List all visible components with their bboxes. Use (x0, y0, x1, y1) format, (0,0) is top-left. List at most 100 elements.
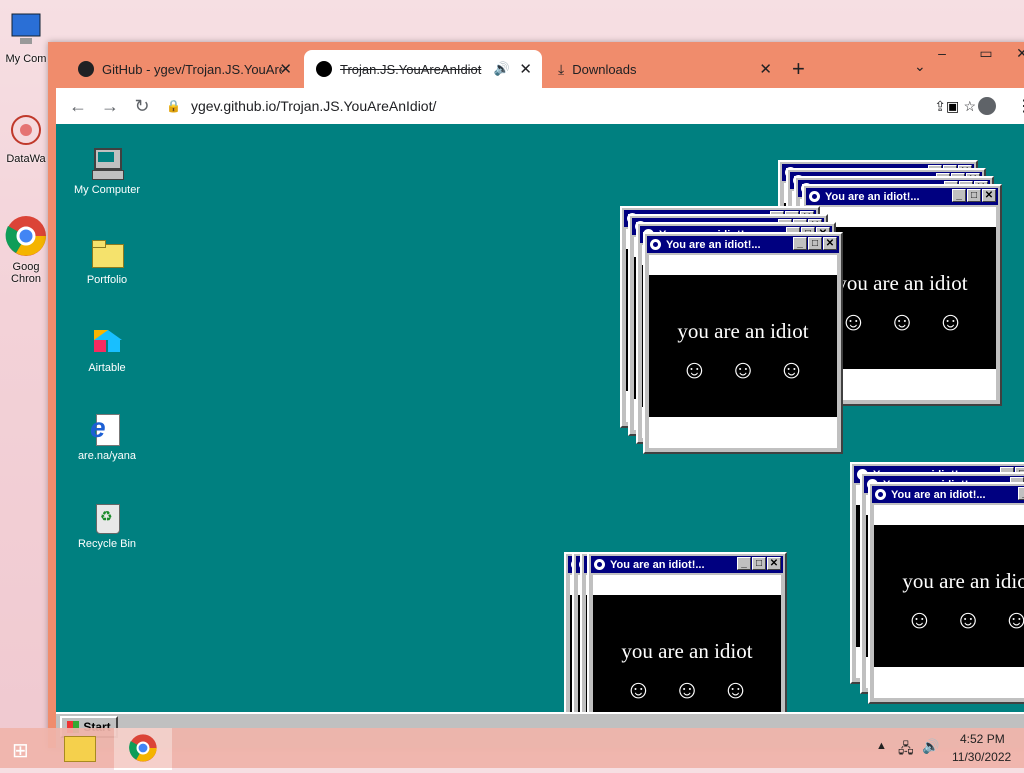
url-text: ygev.github.io/Trojan.JS.YouAreAnIdiot/ (190, 98, 437, 114)
close-icon[interactable]: ✕ (759, 60, 772, 78)
network-icon[interactable]: 🖧 (898, 738, 914, 762)
tab-github[interactable]: GitHub - ygev/Trojan.JS.YouAreA ✕ (66, 50, 302, 88)
desktop-icon-label: My Com (5, 53, 47, 65)
forward-button[interactable]: → (94, 96, 126, 117)
desktop-icon-label: DataWa (6, 153, 46, 165)
smiley-icon (316, 61, 332, 77)
icon-label: are.na/yana (77, 450, 137, 462)
desktop-icon-label: Goog Chron (11, 261, 41, 285)
tab-title: GitHub - ygev/Trojan.JS.YouAreA (102, 61, 282, 77)
maximize-button[interactable]: □ (808, 237, 822, 250)
host-taskbar: ⊞ ▲ 🖧 🔊 4:52 PM 11/30/2022 (0, 728, 1024, 770)
close-window-button[interactable]: ✕ (1004, 42, 1024, 64)
clock-time[interactable]: 4:52 PM (960, 732, 1005, 746)
bookmark-star-icon[interactable]: ☆ (963, 98, 976, 115)
tab-downloads[interactable]: ⤓ Downloads ✕ (546, 50, 782, 88)
clock-date[interactable]: 11/30/2022 (952, 750, 1011, 764)
smiley-icon (875, 489, 886, 500)
maximize-button[interactable]: □ (752, 557, 766, 570)
smiley-icon (650, 239, 661, 250)
smiley-icon (594, 559, 605, 570)
desktop-icon-chrome[interactable]: Goog Chron (0, 214, 52, 285)
tab-strip: GitHub - ygev/Trojan.JS.YouAreA ✕ Trojan… (48, 42, 1024, 88)
minimize-button[interactable]: _ (793, 237, 807, 250)
popup-titlebar[interactable]: You are an idiot!... _□✕ (806, 188, 998, 205)
smiley-faces: ☺☺☺ (625, 674, 771, 704)
maximize-button[interactable]: □ (967, 189, 981, 202)
win95-icon-my-computer[interactable]: My Computer (62, 146, 152, 196)
popup-titlebar[interactable]: You are an idiot!..._□✕ (872, 486, 1024, 503)
close-icon[interactable]: ✕ (519, 60, 532, 78)
computer-icon (90, 146, 124, 180)
popup-message-area: you are an idiot ☺☺☺ (874, 525, 1024, 667)
close-icon[interactable]: ✕ (279, 60, 292, 78)
close-button[interactable]: ✕ (823, 237, 837, 250)
new-tab-button[interactable]: + (792, 56, 805, 82)
popup-titlebar[interactable]: You are an idiot!... _□✕ (591, 556, 783, 573)
icon-label: My Computer (73, 184, 141, 196)
address-bar[interactable]: 🔒 ygev.github.io/Trojan.JS.YouAreAnIdiot… (166, 93, 986, 119)
popup-content: you are an idiot ☺☺☺ (874, 505, 1024, 698)
file-explorer-icon[interactable] (64, 736, 96, 762)
popup-title: You are an idiot!... (610, 558, 705, 571)
minimize-button[interactable]: _ (737, 557, 751, 570)
chrome-taskbar-icon[interactable] (114, 728, 172, 770)
tray-chevron-icon[interactable]: ▲ (876, 740, 887, 752)
airtable-icon (90, 324, 124, 358)
popup-title: You are an idiot!... (666, 238, 761, 251)
share-icon[interactable]: ⇪ (934, 98, 946, 115)
smiley-icon (809, 191, 820, 202)
download-icon: ⤓ (558, 60, 565, 77)
windows-start-icon[interactable]: ⊞ (12, 738, 29, 763)
computer-icon (11, 13, 41, 44)
smiley-faces: ☺☺☺ (681, 354, 827, 384)
win95-icon-arena[interactable]: e are.na/yana (62, 412, 152, 462)
popup-window[interactable]: You are an idiot!..._□✕you are an idiot☺… (868, 482, 1024, 704)
popup-content: you are an idiot ☺☺☺ (649, 255, 837, 448)
minimize-button[interactable]: _ (952, 189, 966, 202)
datawa-icon (11, 115, 41, 145)
icon-label: Airtable (88, 362, 126, 374)
chrome-icon (5, 216, 46, 256)
github-icon (78, 61, 94, 77)
chrome-icon (129, 734, 157, 762)
smiley-faces: ☺☺☺ (906, 604, 1024, 634)
win95-icon-portfolio[interactable]: Portfolio (62, 236, 152, 286)
tab-title: Trojan.JS.YouAreAnIdiot (340, 61, 482, 77)
popup-title: You are an idiot!... (891, 488, 986, 501)
desktop-icon-datawa[interactable]: DataWa (0, 110, 52, 165)
minimize-button[interactable]: _ (1018, 487, 1024, 500)
volume-icon[interactable]: 🔊 (922, 738, 939, 755)
popup-title: You are an idiot!... (825, 190, 920, 203)
minimize-button[interactable]: – (924, 42, 960, 64)
icon-label: Recycle Bin (77, 538, 137, 550)
popup-titlebar[interactable]: You are an idiot!... _□✕ (647, 236, 839, 253)
win95-icon-airtable[interactable]: Airtable (62, 324, 152, 374)
desktop-icon-my-computer[interactable]: My Com (0, 10, 52, 65)
back-button[interactable]: ← (62, 96, 94, 117)
popup-message-area: you are an idiot ☺☺☺ (649, 275, 837, 417)
popup-message: you are an idiot (621, 639, 753, 663)
browser-toolbar: ← → ↻ 🔒 ygev.github.io/Trojan.JS.YouAreA… (56, 88, 1024, 124)
close-button[interactable]: ✕ (767, 557, 781, 570)
maximize-button[interactable]: ▭ (968, 42, 1004, 64)
close-button[interactable]: ✕ (982, 189, 996, 202)
lock-icon: 🔒 (166, 99, 181, 113)
folder-icon (90, 236, 124, 270)
speaker-icon[interactable]: 🔊 (494, 61, 510, 77)
menu-icon[interactable]: ⋮ (1016, 96, 1024, 116)
profile-icon[interactable] (978, 97, 996, 115)
popup-message: you are an idiot (677, 319, 809, 343)
page-viewport: My Computer Portfolio Airtable e are.na/… (56, 124, 1024, 748)
icon-label: Portfolio (86, 274, 128, 286)
recycle-bin-icon: ♻ (90, 500, 124, 534)
reload-button[interactable]: ↻ (126, 96, 158, 117)
browser-window: GitHub - ygev/Trojan.JS.YouAreA ✕ Trojan… (48, 42, 1024, 748)
side-panel-icon[interactable]: ▣ (946, 98, 959, 115)
tab-youareanidiot[interactable]: Trojan.JS.YouAreAnIdiot 🔊 ✕ (304, 50, 542, 88)
internet-explorer-icon: e (90, 412, 124, 446)
win95-icon-recycle-bin[interactable]: ♻ Recycle Bin (62, 500, 152, 550)
popup-message: you are an idiot (902, 569, 1024, 593)
tab-title: Downloads (572, 61, 637, 77)
popup-window[interactable]: You are an idiot!... _□✕ you are an idiot ☺… (643, 232, 843, 454)
